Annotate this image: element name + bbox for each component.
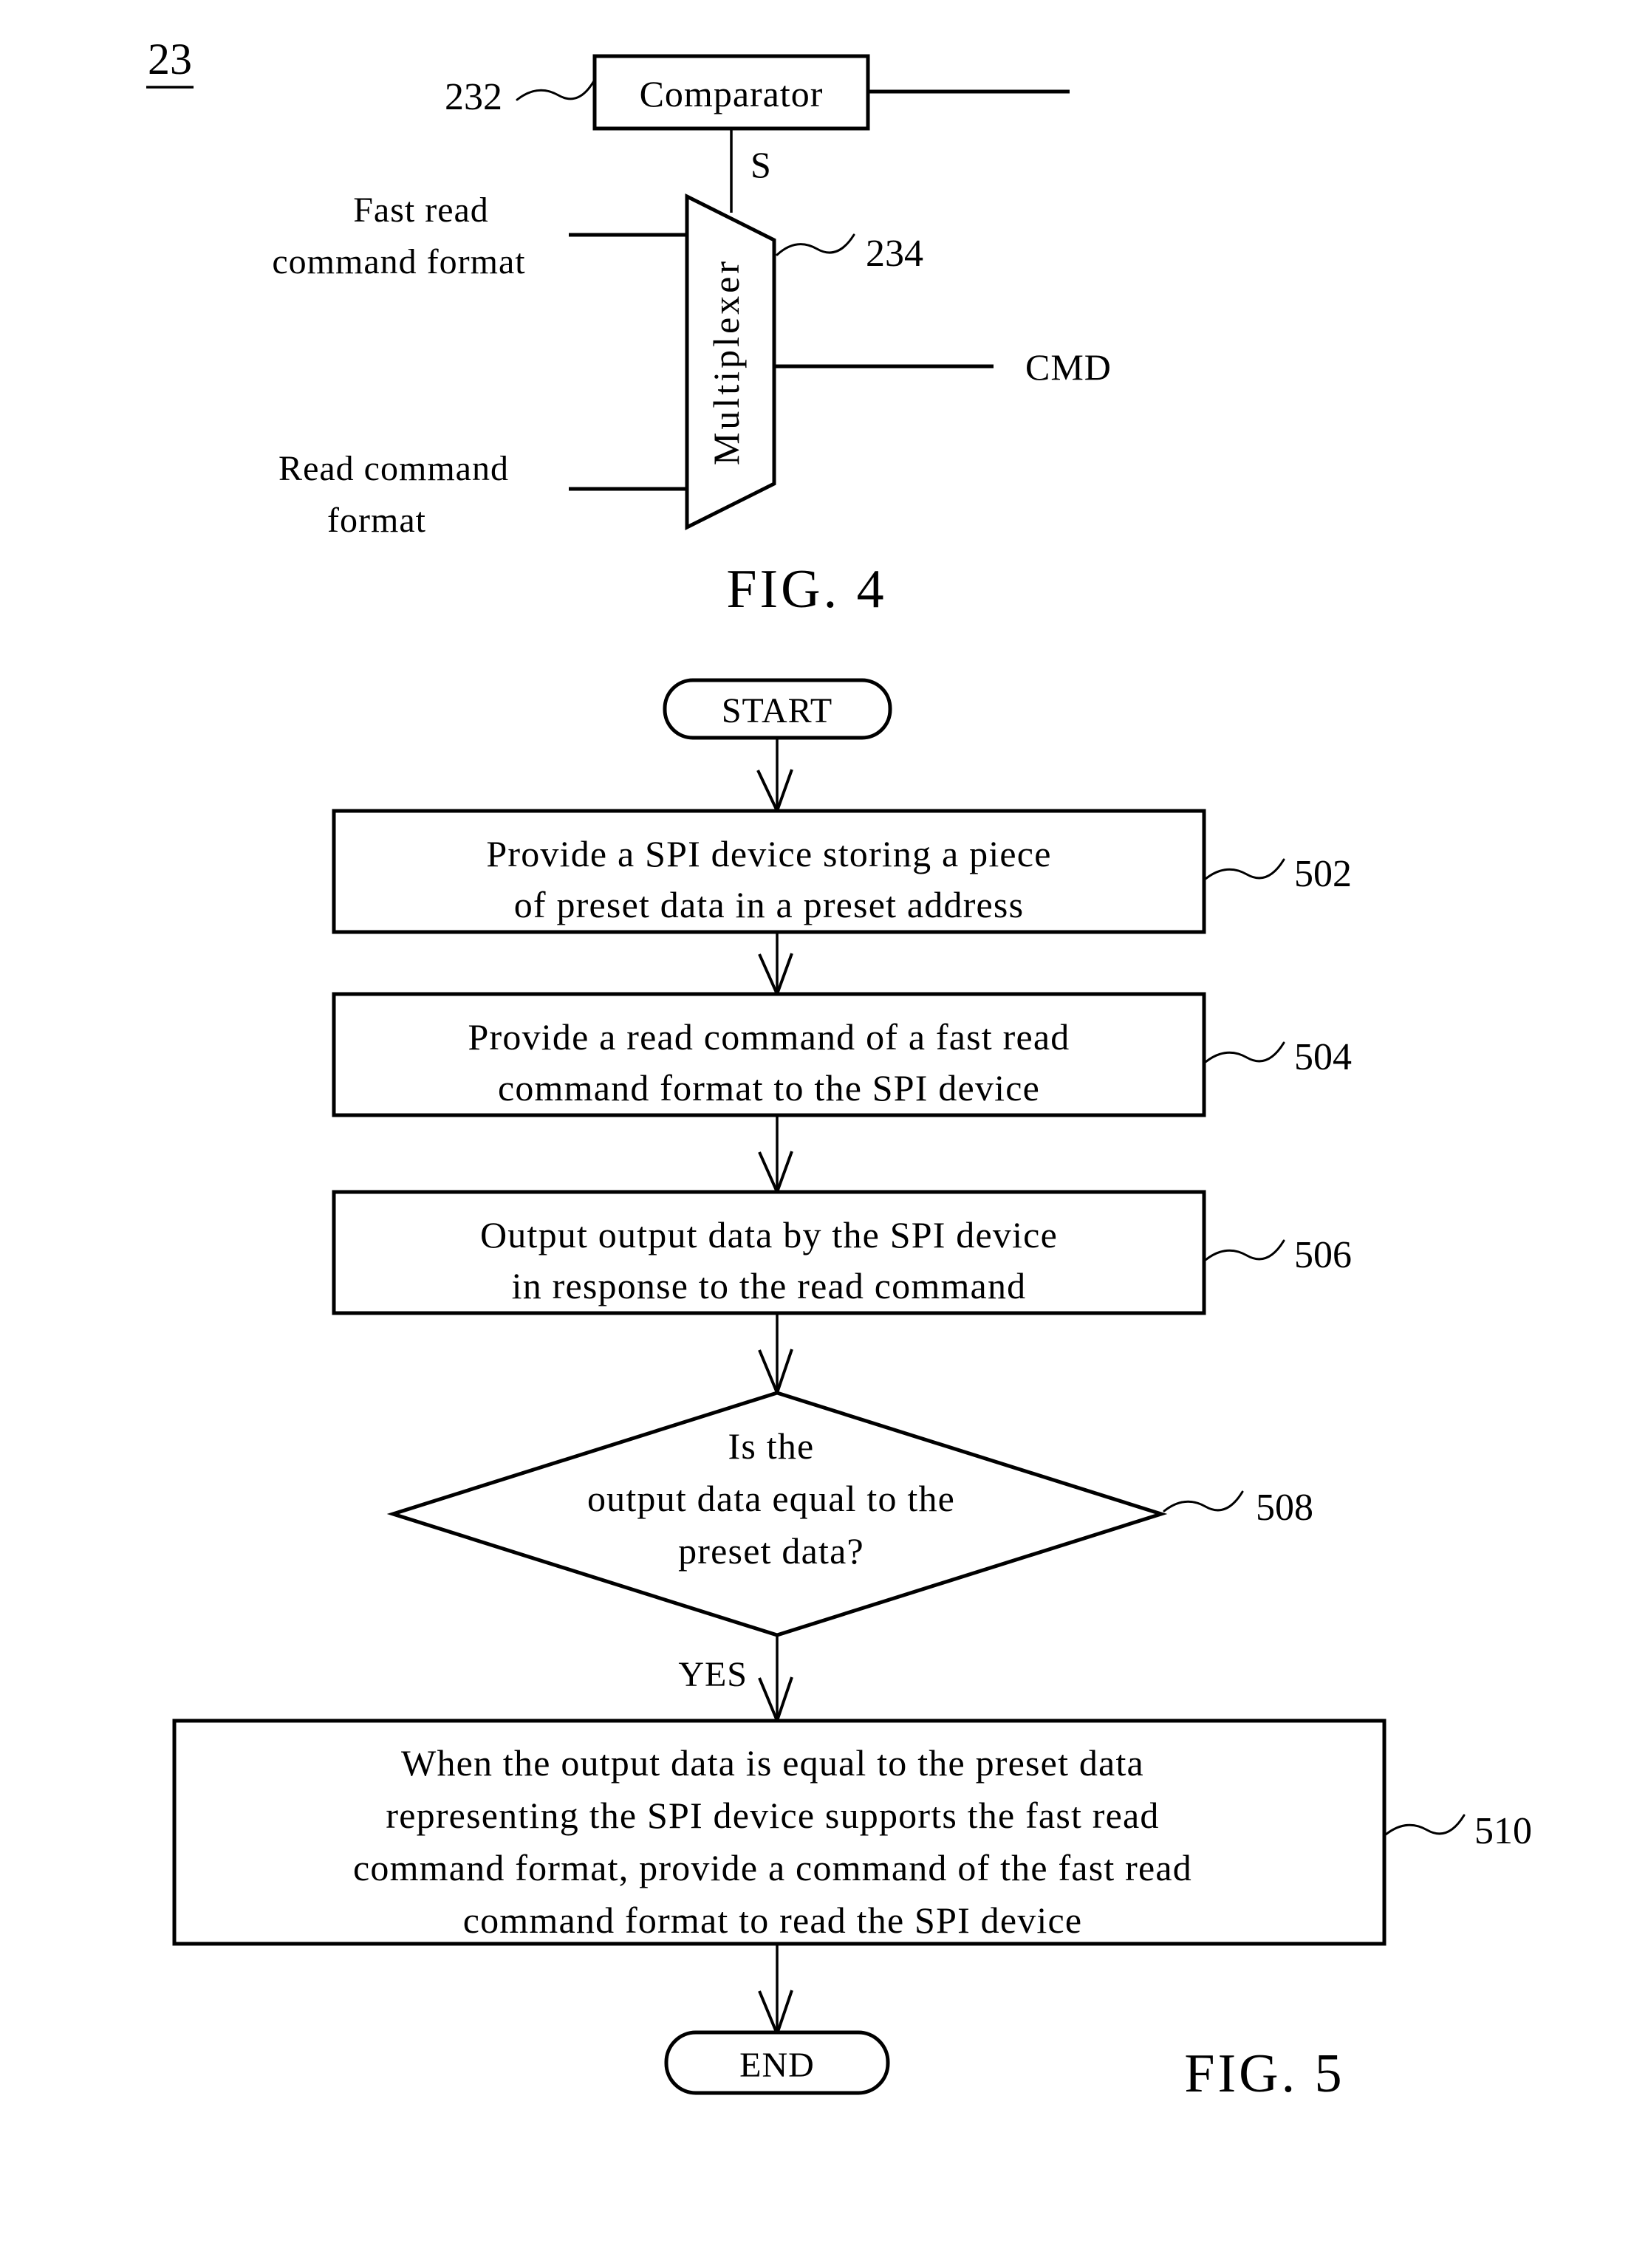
end-terminator-label: END <box>739 2046 815 2085</box>
step-510-line4: command format to read the SPI device <box>463 1899 1083 1941</box>
input-label-fast-read: Fast read command format <box>272 191 525 281</box>
ref-504-leader: 504 <box>1204 1036 1352 1078</box>
sheet-number: 23 <box>146 35 194 89</box>
connector-start-to-502 <box>756 738 793 815</box>
ref-234-leader-line <box>776 233 855 256</box>
fig4-caption: FIG. 4 <box>726 559 886 620</box>
connector-502-to-504 <box>758 932 793 998</box>
ref-504-label: 504 <box>1294 1036 1352 1078</box>
arrowhead-icon <box>758 1676 793 1725</box>
step-510-line1: When the output data is equal to the pre… <box>401 1742 1144 1784</box>
input-fast-read-line1: Fast read <box>353 191 489 230</box>
connector-510-to-end <box>758 1944 793 2038</box>
arrowhead-icon <box>758 1151 793 1196</box>
flow-step-504: Provide a read command of a fast read co… <box>332 992 1206 1117</box>
arrowhead-icon <box>758 953 793 998</box>
start-terminator-label: START <box>722 691 832 730</box>
flow-end-node: END <box>664 2030 890 2095</box>
multiplexer-label: Multiplexer <box>705 258 747 465</box>
arrowhead-icon <box>758 1990 793 2038</box>
ref-508-leader-line <box>1163 1490 1244 1512</box>
fig5-caption: FIG. 5 <box>1184 2043 1344 2104</box>
ref-506-leader-line <box>1204 1239 1285 1261</box>
output-cmd-label: CMD <box>1025 346 1112 388</box>
ref-508-leader: 508 <box>1163 1487 1313 1529</box>
flow-decision-508: Is the output data equal to the preset d… <box>386 1391 1168 1637</box>
branch-label-yes: YES <box>678 1655 748 1694</box>
arrowhead-icon <box>756 769 793 815</box>
flow-step-506: Output output data by the SPI device in … <box>332 1190 1206 1315</box>
ref-232-label: 232 <box>445 76 502 118</box>
input-fast-read-line2: command format <box>272 242 525 281</box>
step-506-line1: Output output data by the SPI device <box>480 1214 1058 1255</box>
multiplexer-block: Multiplexer <box>685 193 776 531</box>
flow-step-502: Provide a SPI device storing a piece of … <box>332 809 1206 934</box>
ref-506-leader: 506 <box>1204 1234 1352 1276</box>
step-504-line1: Provide a read command of a fast read <box>468 1016 1070 1058</box>
input-read-line2: format <box>327 501 426 540</box>
ref-502-leader: 502 <box>1204 853 1352 895</box>
decision-508-line1: Is the <box>728 1425 815 1467</box>
ref-510-label: 510 <box>1474 1810 1532 1852</box>
comparator-block: Comparator <box>592 54 870 131</box>
input-read-line1: Read command <box>278 449 509 488</box>
flow-start-node: START <box>663 678 892 740</box>
step-506-line2: in response to the read command <box>512 1265 1027 1306</box>
step-510-line3: command format, provide a command of the… <box>353 1847 1192 1888</box>
ref-232-leader: 232 <box>445 76 596 118</box>
decision-508-line2: output data equal to the <box>587 1478 955 1519</box>
input-label-read: Read command format <box>278 449 509 540</box>
ref-234-label: 234 <box>866 233 923 275</box>
step-502-line1: Provide a SPI device storing a piece <box>486 833 1051 874</box>
patent-drawing-sheet: 23 Comparator 232 S Multiplexer 234 Fast… <box>0 0 1631 2268</box>
ref-234-leader: 234 <box>776 233 923 275</box>
ref-504-leader-line <box>1204 1041 1285 1063</box>
select-signal-label: S <box>750 144 771 185</box>
arrowhead-icon <box>758 1349 793 1397</box>
ref-502-leader-line <box>1204 858 1285 880</box>
ref-506-label: 506 <box>1294 1234 1352 1276</box>
step-502-line2: of preset data in a preset address <box>514 884 1025 925</box>
step-510-line2: representing the SPI device supports the… <box>386 1795 1159 1836</box>
connector-504-to-506 <box>758 1115 793 1196</box>
comparator-label: Comparator <box>640 73 824 114</box>
ref-232-leader-line <box>516 78 596 101</box>
step-504-line2: command format to the SPI device <box>498 1067 1040 1109</box>
ref-510-leader: 510 <box>1384 1810 1532 1852</box>
ref-510-leader-line <box>1384 1814 1466 1836</box>
ref-508-label: 508 <box>1256 1487 1313 1529</box>
decision-508-line3: preset data? <box>678 1530 864 1572</box>
flow-step-510: When the output data is equal to the pre… <box>172 1719 1386 1946</box>
ref-502-label: 502 <box>1294 853 1352 895</box>
connector-506-to-508 <box>758 1313 793 1397</box>
connector-508-to-510: YES <box>678 1635 793 1725</box>
sheet-number-text: 23 <box>148 35 192 83</box>
